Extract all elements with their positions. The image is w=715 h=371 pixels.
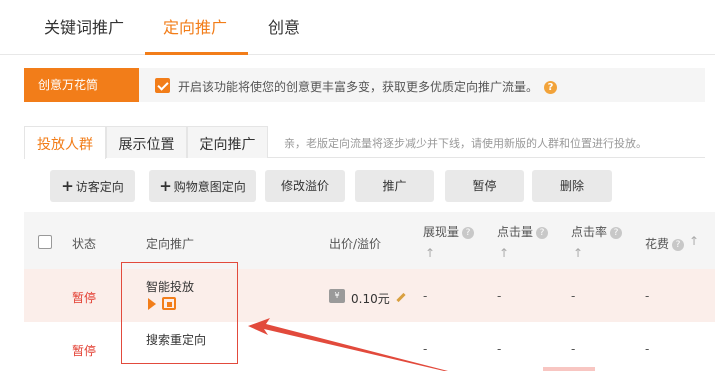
table-header: 状态 定向推广 出价/溢价 展现量? 点击量? 点击率? 花费? ↑ ↑ ↑ ↑ [24, 212, 715, 269]
tab-keyword-promotion[interactable]: 关键词推广 [44, 14, 124, 38]
header-impressions[interactable]: 展现量? [423, 223, 475, 240]
select-all-checkbox[interactable] [38, 235, 52, 249]
tab-targeted[interactable]: 定向推广 [187, 126, 268, 158]
header-status: 状态 [72, 237, 97, 251]
enable-creative-checkbox[interactable] [155, 78, 170, 93]
promote-button[interactable]: 推广 [355, 170, 434, 202]
creative-description: 开启该功能将使您的创意更丰富多变，获取更多优质定向推广流量。? [178, 78, 558, 95]
tab-targeted-promotion[interactable]: 定向推广 [163, 14, 227, 38]
creative-kaleidoscope-label: 创意万花筒 [24, 68, 139, 102]
header-clicks-label: 点击量 [497, 225, 534, 239]
clicks-value: - [497, 289, 502, 303]
plus-icon: + [61, 177, 74, 195]
migration-hint: 亲，老版定向流量将逐步减少并下线，请使用新版的人群和位置进行投放。 [284, 137, 647, 150]
sort-arrow-icon[interactable]: ↑ [689, 234, 699, 248]
add-visitor-targeting-button[interactable]: + 访客定向 [50, 170, 135, 202]
tab-audience[interactable]: 投放人群 [24, 126, 106, 159]
sort-arrow-icon[interactable]: ↑ [499, 246, 509, 260]
tab-placement[interactable]: 展示位置 [106, 126, 187, 158]
annotation-arrow-icon [248, 318, 448, 371]
highlight-mark [543, 367, 595, 371]
header-ctr[interactable]: 点击率? [571, 223, 623, 240]
help-icon[interactable]: ? [536, 226, 549, 239]
pause-button[interactable]: 暂停 [445, 170, 524, 202]
header-bid: 出价/溢价 [329, 237, 382, 251]
delete-button[interactable]: 删除 [532, 170, 612, 202]
tab-creative[interactable]: 创意 [268, 14, 300, 38]
plus-icon: + [159, 177, 172, 195]
header-ctr-label: 点击率 [571, 225, 608, 239]
add-purchase-intent-label: 购物意图定向 [173, 180, 246, 194]
header-clicks[interactable]: 点击量? [497, 223, 549, 240]
help-icon[interactable]: ? [462, 226, 475, 239]
header-target: 定向推广 [146, 237, 195, 251]
ctr-value: - [571, 289, 576, 303]
header-impressions-label: 展现量 [423, 225, 460, 239]
ctr-value: - [571, 342, 576, 356]
status-paused[interactable]: 暂停 [72, 342, 96, 359]
clicks-value: - [497, 342, 502, 356]
modify-premium-button[interactable]: 修改溢价 [265, 170, 345, 202]
sub-tab-bar: 投放人群 展示位置 定向推广 亲，老版定向流量将逐步减少并下线，请使用新版的人群… [24, 126, 705, 159]
bid-calc-icon: ¥ [329, 289, 345, 303]
add-visitor-targeting-label: 访客定向 [75, 180, 124, 194]
cost-value: - [645, 289, 650, 303]
highlight-box [121, 262, 238, 364]
help-icon[interactable]: ? [544, 81, 558, 94]
cost-value: - [645, 342, 650, 356]
creative-description-text: 开启该功能将使您的创意更丰富多变，获取更多优质定向推广流量。 [178, 80, 539, 94]
status-paused[interactable]: 暂停 [72, 289, 96, 306]
sort-arrow-icon[interactable]: ↑ [425, 246, 435, 260]
help-icon[interactable]: ? [672, 238, 685, 251]
add-purchase-intent-button[interactable]: + 购物意图定向 [149, 170, 256, 202]
header-cost-label: 花费 [645, 237, 670, 251]
header-cost[interactable]: 花费? [645, 235, 685, 252]
pencil-icon[interactable] [396, 292, 406, 303]
help-icon[interactable]: ? [610, 226, 623, 239]
top-tab-bar: 关键词推广 定向推广 创意 [0, 0, 715, 55]
creative-banner: 创意万花筒 开启该功能将使您的创意更丰富多变，获取更多优质定向推广流量。? [24, 68, 705, 102]
bid-value: 0.10元 [351, 292, 390, 306]
active-tab-underline [145, 52, 248, 55]
sort-arrow-icon[interactable]: ↑ [573, 246, 583, 260]
impressions-value: - [423, 289, 428, 303]
